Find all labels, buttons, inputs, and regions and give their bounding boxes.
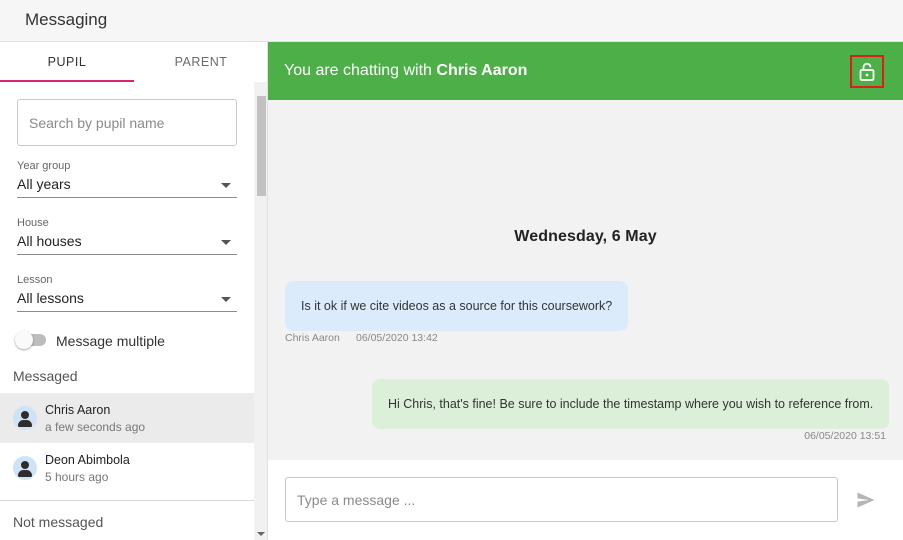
- top-bar: Messaging: [0, 0, 903, 42]
- contact-time: 5 hours ago: [45, 470, 109, 484]
- sidebar: PUPIL PARENT Year group All years House …: [0, 42, 268, 540]
- house-select[interactable]: House All houses: [17, 217, 237, 255]
- tab-pupil[interactable]: PUPIL: [0, 42, 134, 82]
- app-title: Messaging: [25, 10, 108, 29]
- message-sender: Chris Aaron: [285, 332, 340, 344]
- message-multiple-toggle[interactable]: [15, 331, 46, 349]
- year-group-label: Year group: [17, 160, 71, 172]
- incoming-message: Is it ok if we cite videos as a source f…: [285, 281, 629, 331]
- chevron-down-icon: [221, 240, 231, 245]
- unlock-icon: [859, 62, 875, 81]
- message-thread[interactable]: Wednesday, 6 May Is it ok if we cite vid…: [268, 100, 903, 460]
- tab-parent[interactable]: PARENT: [134, 42, 267, 82]
- date-separator: Wednesday, 6 May: [514, 228, 657, 245]
- toggle-knob: [15, 331, 33, 349]
- lock-conversation-button[interactable]: [850, 55, 884, 88]
- chat-partner-name: Chris Aaron: [436, 62, 528, 79]
- year-group-value: All years: [17, 176, 71, 192]
- person-icon: [13, 456, 37, 480]
- house-value: All houses: [17, 233, 82, 249]
- house-dropdown[interactable]: All houses: [17, 233, 237, 255]
- contact-time: a few seconds ago: [45, 420, 146, 434]
- scroll-down-arrow-icon[interactable]: [257, 532, 265, 536]
- lesson-select[interactable]: Lesson All lessons: [17, 274, 237, 312]
- sidebar-scrollbar[interactable]: [254, 82, 267, 540]
- lesson-dropdown[interactable]: All lessons: [17, 290, 237, 312]
- contact-name: Deon Abimbola: [45, 453, 130, 467]
- chat-header: You are chatting with Chris Aaron: [268, 42, 903, 100]
- message-composer: [268, 460, 903, 540]
- chat-title-prefix: You are chatting with: [284, 62, 432, 79]
- message-multiple-label: Message multiple: [56, 333, 165, 349]
- chevron-down-icon: [221, 297, 231, 302]
- contact-item[interactable]: Chris Aaron a few seconds ago: [0, 393, 254, 443]
- outgoing-message: Hi Chris, that's fine! Be sure to includ…: [372, 379, 890, 429]
- not-messaged-heading: Not messaged: [13, 514, 104, 530]
- scrollbar-thumb[interactable]: [257, 96, 266, 196]
- search-input[interactable]: [17, 99, 237, 146]
- send-button[interactable]: [856, 490, 876, 510]
- lesson-value: All lessons: [17, 290, 84, 306]
- contact-name: Chris Aaron: [45, 403, 111, 417]
- send-icon: [857, 492, 875, 508]
- contact-item[interactable]: Deon Abimbola 5 hours ago: [0, 443, 254, 493]
- message-timestamp: 06/05/2020 13:42: [356, 332, 438, 344]
- message-input[interactable]: [285, 477, 838, 522]
- year-group-select[interactable]: Year group All years: [17, 160, 237, 198]
- chevron-down-icon: [221, 183, 231, 188]
- messaged-heading: Messaged: [13, 368, 78, 384]
- year-group-dropdown[interactable]: All years: [17, 176, 237, 198]
- lesson-label: Lesson: [17, 274, 53, 286]
- section-divider: [0, 500, 254, 501]
- person-icon: [13, 406, 37, 430]
- message-timestamp: 06/05/2020 13:51: [804, 430, 886, 442]
- house-label: House: [17, 217, 49, 229]
- chat-title: You are chatting with Chris Aaron: [284, 62, 527, 80]
